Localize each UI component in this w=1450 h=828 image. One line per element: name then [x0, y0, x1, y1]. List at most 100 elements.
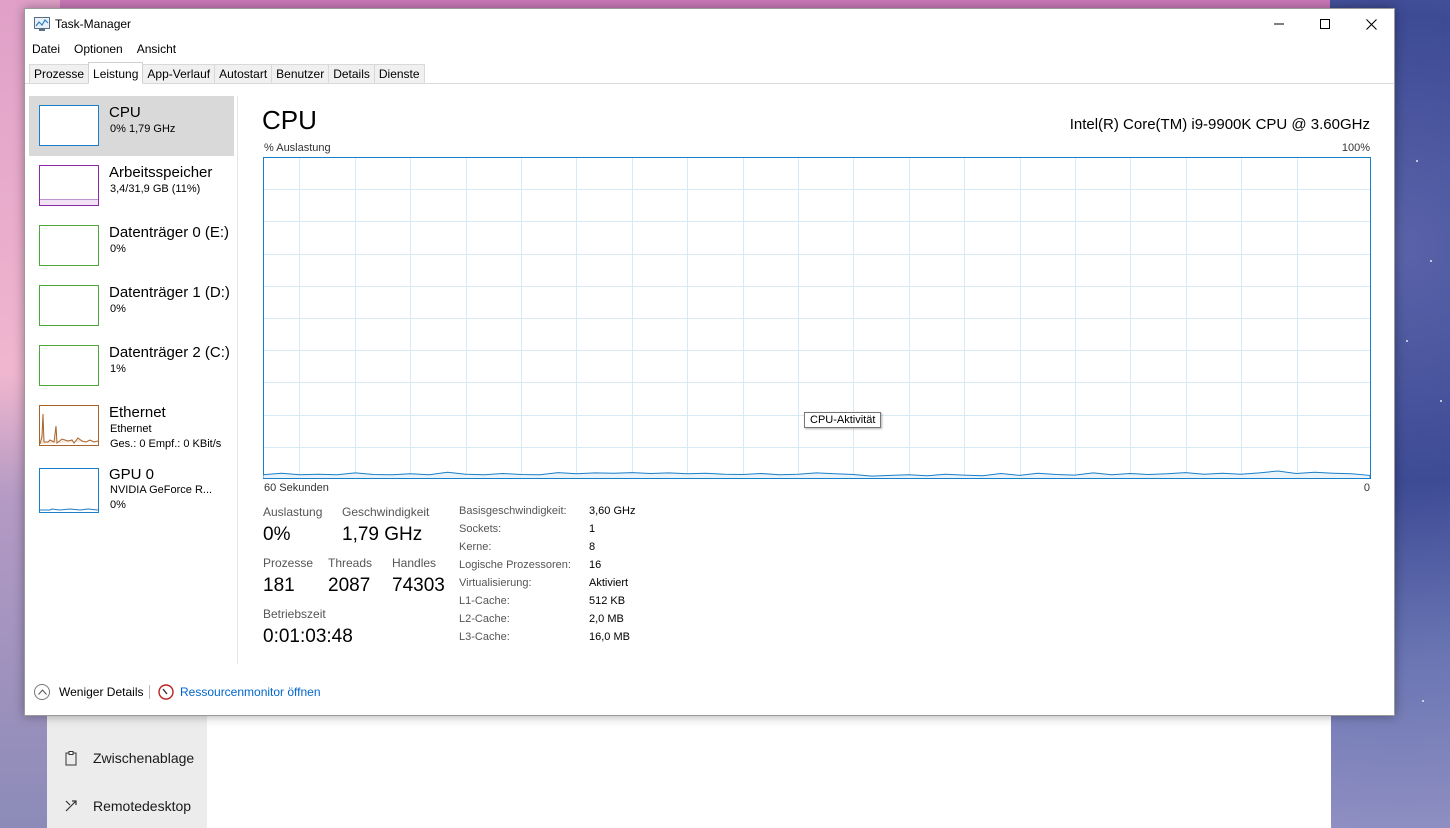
- menu-bar: Datei Optionen Ansicht: [25, 41, 183, 59]
- graph-tooltip: CPU-Aktivität: [804, 412, 882, 428]
- spec-label-base-speed: Basisgeschwindigkeit:: [459, 505, 567, 517]
- disk-0-thumbnail: [39, 225, 99, 266]
- resource-subtitle: Ethernet: [110, 423, 152, 435]
- stat-value-betriebszeit: 0:01:03:48: [263, 626, 353, 647]
- spec-value-l1-cache: 512 KB: [589, 595, 626, 607]
- spec-label-cores: Kerne:: [459, 541, 492, 553]
- tab-prozesse[interactable]: Prozesse: [29, 64, 90, 84]
- disk-2-thumbnail: [39, 345, 99, 386]
- resource-title: GPU 0: [109, 466, 155, 483]
- graph-x-min: 0: [1363, 482, 1370, 494]
- stat-label-threads: Threads: [328, 556, 373, 570]
- graph-y-label: % Auslastung: [264, 142, 331, 154]
- graph-y-max: 100%: [1341, 142, 1370, 154]
- gpu-thumbnail: [39, 468, 99, 513]
- sidebar-item-label: Zwischenablage: [93, 750, 195, 766]
- disk-1-thumbnail: [39, 285, 99, 326]
- stat-value-auslastung: 0%: [263, 524, 291, 545]
- menu-ansicht[interactable]: Ansicht: [130, 41, 183, 59]
- resource-subtitle: 0%: [110, 243, 126, 255]
- resource-title: Datenträger 0 (E:): [109, 224, 230, 241]
- window-title: Task-Manager: [55, 17, 132, 31]
- cpu-usage-graph[interactable]: [263, 157, 1371, 479]
- title-bar[interactable]: Task-Manager: [25, 9, 1394, 39]
- tab-app-verlauf[interactable]: App-Verlauf: [142, 64, 216, 84]
- resource-subtitle: NVIDIA GeForce R...: [110, 484, 213, 496]
- resource-title: Arbeitsspeicher: [109, 164, 213, 181]
- sidebar-item-clipboard[interactable]: Zwischenablage: [47, 736, 207, 780]
- spec-label-virtualization: Virtualisierung:: [459, 577, 532, 589]
- tab-benutzer[interactable]: Benutzer: [271, 64, 330, 84]
- minimize-button[interactable]: [1256, 9, 1302, 39]
- spec-label-l1-cache: L1-Cache:: [459, 595, 510, 607]
- close-button[interactable]: [1348, 9, 1394, 39]
- resource-subtitle: 1%: [110, 363, 126, 375]
- tab-leistung[interactable]: Leistung: [88, 62, 144, 84]
- resource-item-memory[interactable]: Arbeitsspeicher 3,4/31,9 GB (11%): [29, 156, 234, 216]
- cpu-thumbnail: [39, 105, 99, 146]
- resource-subtitle-2: 0%: [110, 499, 126, 511]
- graph-x-label: 60 Sekunden: [264, 482, 329, 494]
- resource-title: Ethernet: [109, 404, 166, 421]
- spec-value-logical-processors: 16: [589, 559, 602, 571]
- stat-label-handles: Handles: [392, 556, 437, 570]
- resource-subtitle: 0%: [110, 303, 126, 315]
- spec-label-sockets: Sockets:: [459, 523, 502, 535]
- resource-monitor-link[interactable]: Ressourcenmonitor öffnen: [180, 685, 321, 699]
- resource-item-disk-1[interactable]: Datenträger 1 (D:) 0%: [29, 276, 234, 336]
- resource-item-cpu[interactable]: CPU 0% 1,79 GHz: [29, 96, 234, 156]
- task-manager-icon: [34, 17, 50, 31]
- spec-label-l3-cache: L3-Cache:: [459, 631, 510, 643]
- resource-title: Datenträger 2 (C:): [109, 344, 230, 361]
- spec-label-l2-cache: L2-Cache:: [459, 613, 510, 625]
- maximize-icon: [1320, 19, 1330, 29]
- stat-label-geschwindigkeit: Geschwindigkeit: [342, 505, 430, 519]
- resource-item-ethernet[interactable]: Ethernet Ethernet Ges.: 0 Empf.: 0 KBit/…: [29, 396, 234, 456]
- cpu-model-name: Intel(R) Core(TM) i9-9900K CPU @ 3.60GHz: [1069, 116, 1370, 133]
- stat-value-geschwindigkeit: 1,79 GHz: [342, 524, 423, 545]
- resource-subtitle-2: Ges.: 0 Empf.: 0 KBit/s: [110, 438, 222, 450]
- resource-title: Datenträger 1 (D:): [109, 284, 230, 301]
- clipboard-icon: [63, 750, 79, 766]
- spec-value-base-speed: 3,60 GHz: [589, 505, 636, 517]
- footer: Weniger Details Ressourcenmonitor öffnen: [25, 677, 1394, 707]
- stat-label-auslastung: Auslastung: [263, 505, 323, 519]
- footer-divider: [149, 685, 150, 699]
- fewer-details-button[interactable]: Weniger Details: [59, 685, 143, 699]
- close-icon: [1365, 18, 1377, 30]
- spec-value-sockets: 1: [589, 523, 596, 535]
- tab-autostart[interactable]: Autostart: [214, 64, 273, 84]
- tab-dienste[interactable]: Dienste: [373, 64, 425, 84]
- stat-value-handles: 74303: [392, 575, 445, 596]
- chevron-up-icon[interactable]: [34, 684, 50, 700]
- resource-list: CPU 0% 1,79 GHz Arbeitsspeicher 3,4/31,9…: [29, 96, 234, 664]
- resource-item-disk-2[interactable]: Datenträger 2 (C:) 1%: [29, 336, 234, 396]
- remote-desktop-icon: [63, 798, 79, 814]
- maximize-button[interactable]: [1302, 9, 1348, 39]
- sidebar-item-label: Remotedesktop: [93, 798, 192, 814]
- sidebar-divider: [237, 96, 238, 664]
- resource-item-gpu[interactable]: GPU 0 NVIDIA GeForce R... 0%: [29, 462, 234, 522]
- resource-monitor-icon: [158, 684, 174, 700]
- spec-value-l3-cache: 16,0 MB: [589, 631, 630, 643]
- tab-details[interactable]: Details: [328, 64, 375, 84]
- spec-value-virtualization: Aktiviert: [589, 577, 629, 589]
- ethernet-thumbnail: [39, 405, 99, 446]
- resource-item-disk-0[interactable]: Datenträger 0 (E:) 0%: [29, 216, 234, 276]
- memory-thumbnail: [39, 165, 99, 206]
- stat-label-betriebszeit: Betriebszeit: [263, 607, 326, 621]
- stat-value-prozesse: 181: [263, 575, 295, 596]
- spec-value-l2-cache: 2,0 MB: [589, 613, 624, 625]
- menu-optionen[interactable]: Optionen: [67, 41, 130, 59]
- spec-value-cores: 8: [589, 541, 596, 553]
- sidebar-item-remote-desktop[interactable]: Remotedesktop: [47, 784, 207, 828]
- menu-datei[interactable]: Datei: [25, 41, 67, 59]
- stat-label-prozesse: Prozesse: [263, 556, 314, 570]
- task-manager-window: Task-Manager Datei Optionen Ansicht Proz…: [24, 8, 1395, 716]
- tab-bar: Prozesse Leistung App-Verlauf Autostart …: [29, 62, 425, 84]
- minimize-icon: [1274, 23, 1284, 25]
- page-title: CPU: [262, 105, 317, 135]
- stat-value-threads: 2087: [328, 575, 371, 596]
- resource-subtitle: 0% 1,79 GHz: [110, 123, 176, 135]
- tab-divider: [25, 83, 1394, 84]
